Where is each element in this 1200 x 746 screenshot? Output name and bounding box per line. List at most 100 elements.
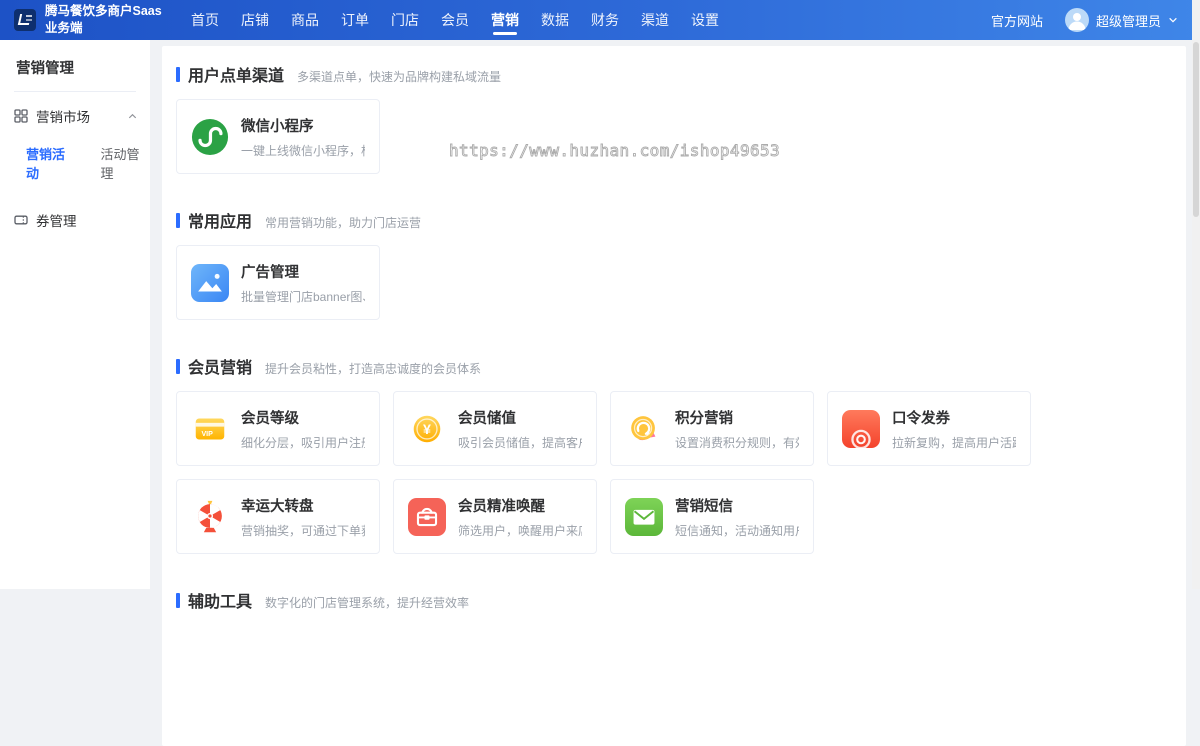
card-title: 幸运大转盘: [241, 495, 365, 516]
feature-card-会员等级[interactable]: VIP 会员等级细化分层，吸引用户注册会员: [176, 391, 380, 466]
scrollbar-track: [1192, 0, 1200, 589]
card-text: 幸运大转盘营销抽奖，可通过下单获得抽...: [241, 495, 365, 539]
card-desc: 拉新复购，提高用户活跃度: [892, 434, 1016, 451]
card-desc: 设置消费积分规则，有效提升...: [675, 434, 799, 451]
username: 超级管理员: [1096, 11, 1161, 30]
svg-text:¥: ¥: [423, 422, 431, 438]
card-title: 微信小程序: [241, 115, 365, 136]
section-subtitle: 数字化的门店管理系统，提升经营效率: [265, 594, 469, 611]
card-desc: 批量管理门店banner图、弹窗...: [241, 288, 365, 305]
section-accent-bar: [176, 593, 180, 608]
card-title: 会员精准唤醒: [458, 495, 582, 516]
feature-card-广告管理[interactable]: 广告管理批量管理门店banner图、弹窗...: [176, 245, 380, 320]
section-accent-bar: [176, 67, 180, 82]
nav-tab-6[interactable]: 营销: [480, 0, 530, 40]
feature-card-口令发券[interactable]: 口令发券拉新复购，提高用户活跃度: [827, 391, 1031, 466]
top-navbar: 腾马餐饮多商户Saas业务端 首页店铺商品订单门店会员营销数据财务渠道设置 官方…: [0, 0, 1200, 40]
section-title: 会员营销: [188, 354, 252, 378]
nav-tab-0[interactable]: 首页: [180, 0, 230, 40]
card-title: 口令发券: [892, 407, 1016, 428]
card-desc: 短信通知，活动通知用户: [675, 522, 799, 539]
coin-icon: ¥: [408, 410, 446, 448]
sidebar: 营销管理 营销市场 营销活动 活动管理 券管理: [0, 40, 150, 589]
official-site-link[interactable]: 官方网站: [991, 11, 1043, 30]
wechat-miniprogram-icon: [191, 118, 229, 156]
scrollbar-thumb[interactable]: [1193, 42, 1199, 217]
feature-card-微信小程序[interactable]: 微信小程序一键上线微信小程序，构建私...: [176, 99, 380, 174]
points-coin-icon: [625, 410, 663, 448]
lucky-wheel-icon: [191, 498, 229, 536]
grid-icon: [14, 109, 28, 123]
section-subtitle: 常用营销功能，助力门店运营: [265, 214, 421, 231]
sidebar-title: 营销管理: [0, 40, 150, 91]
card-text: 微信小程序一键上线微信小程序，构建私...: [241, 115, 365, 159]
section-0: 用户点单渠道多渠道点单，快速为品牌构建私域流量微信小程序一键上线微信小程序，构建…: [176, 62, 1172, 174]
sidebar-group-marketing-market[interactable]: 营销市场: [0, 92, 150, 138]
nav-tab-4[interactable]: 门店: [380, 0, 430, 40]
section-header: 辅助工具数字化的门店管理系统，提升经营效率: [176, 588, 1172, 612]
card-text: 营销短信短信通知，活动通知用户: [675, 495, 799, 539]
vip-card-icon: VIP: [191, 410, 229, 448]
nav-tab-2[interactable]: 商品: [280, 0, 330, 40]
brand-logo-icon: [14, 9, 36, 31]
sidebar-item-marketing-activity[interactable]: 营销活动: [26, 144, 76, 182]
brand: 腾马餐饮多商户Saas业务端: [14, 3, 166, 37]
card-desc: 筛选用户，唤醒用户来店消费: [458, 522, 582, 539]
feature-card-营销短信[interactable]: 营销短信短信通知，活动通知用户: [610, 479, 814, 554]
section-title: 常用应用: [188, 208, 252, 232]
card-title: 会员储值: [458, 407, 582, 428]
sidebar-item-activity-manage[interactable]: 活动管理: [101, 144, 151, 182]
chevron-down-icon: [1168, 15, 1178, 25]
section-3: 辅助工具数字化的门店管理系统，提升经营效率: [176, 588, 1172, 612]
user-menu[interactable]: 超级管理员: [1065, 8, 1178, 32]
card-desc: 一键上线微信小程序，构建私...: [241, 142, 365, 159]
nav-tab-8[interactable]: 财务: [580, 0, 630, 40]
card-title: 广告管理: [241, 261, 365, 282]
red-packet-icon: [842, 410, 880, 448]
section-header: 会员营销提升会员粘性，打造高忠诚度的会员体系: [176, 354, 1172, 378]
ad-image-icon: [191, 264, 229, 302]
nav-tab-1[interactable]: 店铺: [230, 0, 280, 40]
section-subtitle: 提升会员粘性，打造高忠诚度的会员体系: [265, 360, 481, 377]
nav-tab-7[interactable]: 数据: [530, 0, 580, 40]
nav-tab-3[interactable]: 订单: [330, 0, 380, 40]
nav-tab-9[interactable]: 渠道: [630, 0, 680, 40]
card-text: 口令发券拉新复购，提高用户活跃度: [892, 407, 1016, 451]
card-text: 会员精准唤醒筛选用户，唤醒用户来店消费: [458, 495, 582, 539]
card-grid: 广告管理批量管理门店banner图、弹窗...: [176, 245, 1172, 320]
sidebar-group-label: 营销市场: [36, 106, 90, 126]
card-desc: 吸引会员储值，提高客户粘性...: [458, 434, 582, 451]
section-title: 辅助工具: [188, 588, 252, 612]
sidebar-group-label: 券管理: [36, 210, 77, 230]
card-title: 积分营销: [675, 407, 799, 428]
section-subtitle: 多渠道点单，快速为品牌构建私域流量: [297, 68, 501, 85]
treasure-box-icon: [408, 498, 446, 536]
card-grid: 微信小程序一键上线微信小程序，构建私...: [176, 99, 1172, 174]
section-2: 会员营销提升会员粘性，打造高忠诚度的会员体系 VIP 会员等级细化分层，吸引用户注册…: [176, 354, 1172, 554]
section-accent-bar: [176, 359, 180, 374]
sms-envelope-icon: [625, 498, 663, 536]
feature-card-幸运大转盘[interactable]: 幸运大转盘营销抽奖，可通过下单获得抽...: [176, 479, 380, 554]
section-header: 常用应用常用营销功能，助力门店运营: [176, 208, 1172, 232]
feature-card-会员储值[interactable]: ¥ 会员储值吸引会员储值，提高客户粘性...: [393, 391, 597, 466]
avatar-icon: [1065, 8, 1089, 32]
section-accent-bar: [176, 213, 180, 228]
feature-card-积分营销[interactable]: 积分营销设置消费积分规则，有效提升...: [610, 391, 814, 466]
sidebar-group-coupon-manage[interactable]: 券管理: [0, 196, 150, 242]
section-header: 用户点单渠道多渠道点单，快速为品牌构建私域流量: [176, 62, 1172, 86]
navbar-right: 官方网站 超级管理员: [991, 8, 1178, 32]
card-text: 广告管理批量管理门店banner图、弹窗...: [241, 261, 365, 305]
card-desc: 营销抽奖，可通过下单获得抽...: [241, 522, 365, 539]
card-text: 会员储值吸引会员储值，提高客户粘性...: [458, 407, 582, 451]
nav-tab-10[interactable]: 设置: [680, 0, 730, 40]
ticket-icon: [14, 213, 28, 227]
chevron-up-icon: [127, 111, 138, 122]
nav-menu: 首页店铺商品订单门店会员营销数据财务渠道设置: [180, 0, 730, 40]
feature-card-会员精准唤醒[interactable]: 会员精准唤醒筛选用户，唤醒用户来店消费: [393, 479, 597, 554]
nav-tab-5[interactable]: 会员: [430, 0, 480, 40]
card-desc: 细化分层，吸引用户注册会员: [241, 434, 365, 451]
main-content: 用户点单渠道多渠道点单，快速为品牌构建私域流量微信小程序一键上线微信小程序，构建…: [162, 46, 1186, 746]
section-1: 常用应用常用营销功能，助力门店运营广告管理批量管理门店banner图、弹窗...: [176, 208, 1172, 320]
card-title: 会员等级: [241, 407, 365, 428]
card-title: 营销短信: [675, 495, 799, 516]
